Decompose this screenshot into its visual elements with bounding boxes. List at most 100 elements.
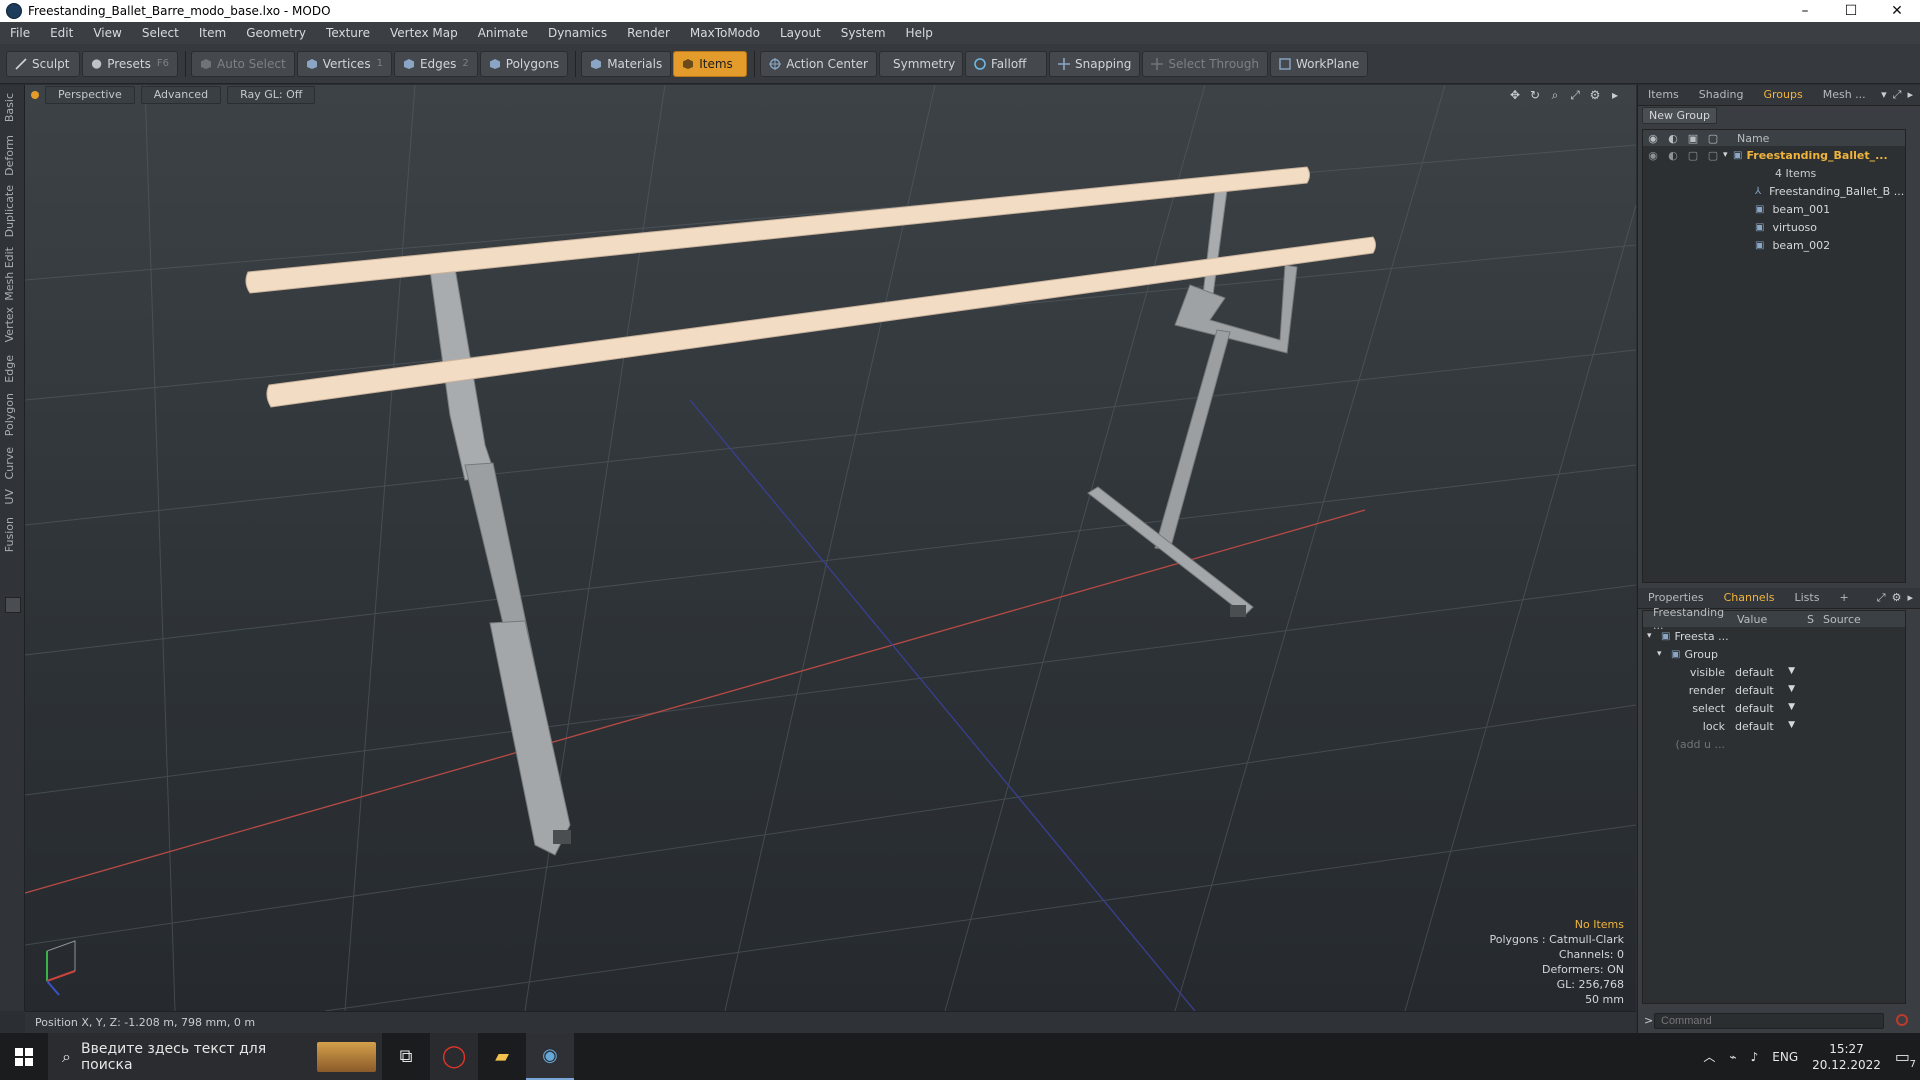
edges-button[interactable]: Edges 2 [393, 50, 478, 77]
tab-duplicate[interactable]: Duplicate [3, 185, 16, 237]
eye-icon[interactable]: ◉ [1643, 149, 1663, 162]
channel-value-select[interactable]: default ▼ [1731, 720, 1801, 733]
menu-layout[interactable]: Layout [770, 22, 831, 44]
opera-taskbar-button[interactable]: ◯ [430, 1033, 478, 1080]
add-tab-button[interactable]: + [1829, 588, 1858, 608]
perspective-view-tab[interactable]: Perspective [45, 86, 135, 104]
start-button[interactable] [0, 1033, 48, 1080]
rotate-icon[interactable]: ↻ [1528, 88, 1542, 102]
value-column[interactable]: Value [1737, 613, 1807, 626]
tree-item-row[interactable]: ▾ ▣ Freesta ... [1643, 627, 1905, 645]
menu-geometry[interactable]: Geometry [236, 22, 316, 44]
menu-texture[interactable]: Texture [316, 22, 380, 44]
workplane-button[interactable]: WorkPlane [1269, 50, 1369, 77]
group-row[interactable]: ◉ ◐ ▢ ▢ ▾ ▣ Freestanding_Ballet_... [1643, 146, 1905, 164]
name-column-header[interactable]: Name [1723, 132, 1769, 145]
add-channel-row[interactable]: (add u ... [1643, 735, 1905, 753]
tab-channels[interactable]: Channels [1714, 588, 1785, 608]
modo-taskbar-button[interactable]: ◉ [526, 1033, 574, 1080]
menu-maxtomodo[interactable]: MaxToModo [680, 22, 770, 44]
snapping-button[interactable]: Snapping [1049, 50, 1141, 77]
materials-button[interactable]: Materials [581, 50, 672, 77]
command-input[interactable] [1654, 1013, 1884, 1029]
select-icon[interactable]: ▢ [1703, 149, 1723, 162]
channel-value-select[interactable]: default ▼ [1731, 666, 1801, 679]
zoom-icon[interactable]: ⌕ [1548, 88, 1562, 102]
group-name[interactable]: Freestanding_Ballet_... [1742, 149, 1887, 162]
polygons-button[interactable]: Polygons [479, 50, 569, 77]
sculpt-button[interactable]: Sculpt [6, 50, 80, 77]
channel-value-select[interactable]: default ▼ [1731, 702, 1801, 715]
gear-icon[interactable]: ⚙ [1892, 591, 1902, 605]
tab-lists[interactable]: Lists [1785, 588, 1830, 608]
tree-group-row[interactable]: ▾ ▣ Group [1643, 645, 1905, 663]
scene-canvas[interactable] [25, 85, 1636, 1011]
tab-polygon[interactable]: Polygon [3, 393, 16, 436]
notification-center-button[interactable]: ▭ 7 [1895, 1047, 1916, 1070]
channel-name-column[interactable]: Freestanding ... [1643, 606, 1737, 632]
source-column[interactable]: Source [1823, 613, 1861, 626]
render-column-icon[interactable]: ◐ [1663, 132, 1683, 145]
tab-curve[interactable]: Curve [3, 447, 16, 479]
left-panel-toggle[interactable] [5, 597, 21, 613]
menu-item[interactable]: Item [189, 22, 236, 44]
network-icon[interactable]: ⌁ [1729, 1050, 1736, 1064]
member-name[interactable]: beam_002 [1768, 239, 1830, 252]
new-group-button[interactable]: New Group [1642, 106, 1717, 124]
symmetry-button[interactable]: Symmetry [879, 50, 963, 77]
select-through-button[interactable]: Select Through [1142, 50, 1268, 77]
add-user-channel[interactable]: (add u ... [1643, 738, 1731, 751]
tab-shading[interactable]: Shading [1689, 85, 1754, 105]
group-member-row[interactable]: ⅄ Freestanding_Ballet_B ... [1643, 182, 1905, 200]
tab-items[interactable]: Items [1638, 85, 1689, 105]
select-column-icon[interactable]: ▢ [1703, 132, 1723, 145]
visibility-column-icon[interactable]: ◉ [1643, 132, 1663, 145]
channels-list[interactable]: Freestanding ... Value S Source ▾ ▣ Free… [1642, 606, 1906, 1004]
menu-edit[interactable]: Edit [40, 22, 83, 44]
left-leg[interactable] [489, 620, 571, 856]
tab-edge[interactable]: Edge [3, 355, 16, 383]
popout-icon[interactable]: ⤢ [1877, 591, 1886, 605]
channel-row[interactable]: render default ▼ [1643, 681, 1905, 699]
vertices-button[interactable]: Vertices 1 [296, 50, 392, 77]
taskbar-search[interactable]: ⌕ Введите здесь текст для поиска [48, 1033, 382, 1080]
menu-select[interactable]: Select [132, 22, 189, 44]
tab-fusion[interactable]: Fusion [3, 517, 16, 552]
group-member-row[interactable]: ▣ virtuoso [1643, 218, 1905, 236]
groups-list[interactable]: ◉ ◐ ▣ ▢ Name ◉ ◐ ▢ ▢ ▾ ▣ Freestanding_Ba… [1642, 129, 1906, 583]
presets-button[interactable]: Presets F6 [82, 50, 178, 77]
popout-icon[interactable]: ⤢ [1893, 88, 1902, 102]
task-view-button[interactable]: ⧉ [382, 1033, 430, 1080]
tab-uv[interactable]: UV [3, 489, 16, 505]
tray-chevron-icon[interactable]: ︿ [1703, 1048, 1715, 1065]
tree-group-name[interactable]: Group [1684, 648, 1718, 661]
lock-column-icon[interactable]: ▣ [1683, 132, 1703, 145]
record-icon[interactable] [1896, 1014, 1908, 1026]
menu-help[interactable]: Help [896, 22, 943, 44]
maximize-button[interactable]: ☐ [1828, 0, 1874, 22]
items-button[interactable]: Items [673, 50, 748, 77]
channel-row[interactable]: visible default ▼ [1643, 663, 1905, 681]
auto-select-button[interactable]: Auto Select [191, 50, 295, 77]
collapse-arrow-icon[interactable]: ▾ [1643, 631, 1661, 641]
panel-menu-arrow-icon[interactable]: ▸ [1907, 88, 1913, 102]
tab-mesh[interactable]: Mesh ... [1813, 85, 1876, 105]
ballet-barre-model[interactable] [245, 166, 1376, 856]
pan-icon[interactable]: ✥ [1508, 88, 1522, 102]
group-member-row[interactable]: ▣ beam_002 [1643, 236, 1905, 254]
render-icon[interactable]: ◐ [1663, 149, 1683, 162]
channel-value-select[interactable]: default ▼ [1731, 684, 1801, 697]
maximize-viewport-icon[interactable]: ⤢ [1568, 88, 1582, 102]
viewport-settings-icon[interactable]: ⚙ [1588, 88, 1602, 102]
menu-animate[interactable]: Animate [468, 22, 538, 44]
system-clock[interactable]: 15:27 20.12.2022 [1812, 1041, 1881, 1073]
group-member-row[interactable]: ▣ beam_001 [1643, 200, 1905, 218]
s-column[interactable]: S [1807, 613, 1823, 626]
dropdown-arrow-icon[interactable]: ▾ [1881, 88, 1887, 102]
close-button[interactable]: ✕ [1874, 0, 1920, 22]
collapse-arrow-icon[interactable]: ▾ [1643, 649, 1671, 659]
viewport-menu-dot[interactable] [31, 91, 39, 99]
tab-basic[interactable]: Basic [3, 93, 16, 122]
input-language[interactable]: ENG [1772, 1050, 1798, 1064]
lock-icon[interactable]: ▢ [1683, 149, 1703, 162]
